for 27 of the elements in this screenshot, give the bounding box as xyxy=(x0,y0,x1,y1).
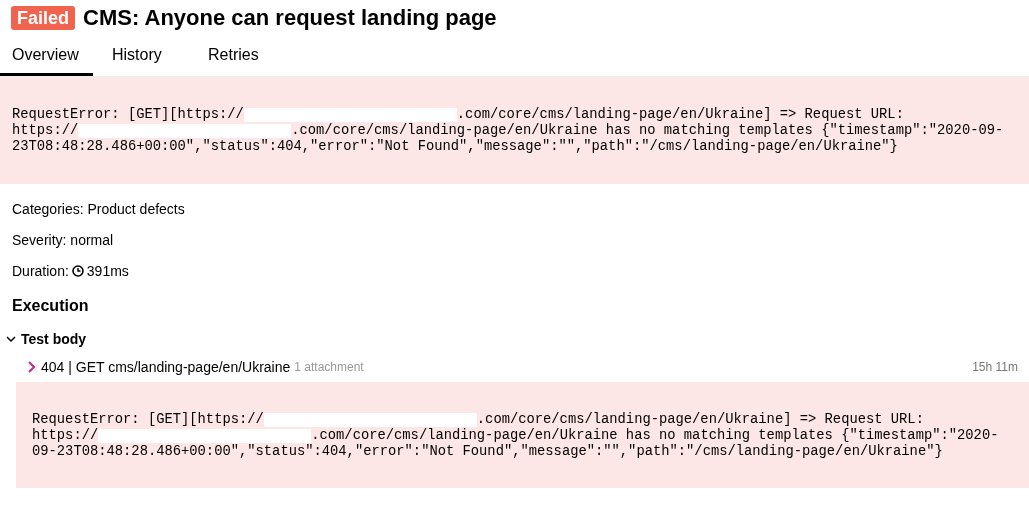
attachment-count: 1 attachment xyxy=(294,359,364,376)
error-text: .com/core/cms/landing-page/en/Ukraine] => Request URL: xyxy=(456,107,904,123)
error-text: RequestError: [GET][https:// xyxy=(12,107,244,123)
step-row[interactable]: 404 | GET cms/landing-page/en/Ukraine 1 attachment 15h 11m xyxy=(0,358,1029,376)
error-text: 09-23T08:48:28.486+00:00","status":404,"error":"Not Found","message":"","path":"/cms/landing-page/en/Ukraine"} xyxy=(32,444,943,460)
error-text: https:// xyxy=(32,428,99,444)
detail-text: Categories: Product defects xyxy=(12,200,186,218)
chevron-icon xyxy=(6,334,16,344)
error-text: .com/core/cms/landing-page/en/Ukraine] => Request URL: xyxy=(476,412,924,428)
test-body-toggle[interactable]: Test body xyxy=(0,330,87,348)
duration-label: Duration: xyxy=(12,262,69,280)
error-text: RequestError: [GET][https:// xyxy=(32,412,264,428)
section-heading: Execution xyxy=(11,296,90,316)
detail-text: Severity: normal xyxy=(12,231,115,249)
error-text: 23T08:48:28.486+00:00","status":404,"error":"Not Found","message":"","path":"/cms/landing-page/en/Ukraine"} xyxy=(12,139,898,155)
chevron-icon xyxy=(27,361,36,373)
error-text: https:// xyxy=(12,123,79,139)
step-label: 404 | GET cms/landing-page/en/Ukraine xyxy=(41,357,291,377)
tab[interactable]: History xyxy=(93,37,189,76)
step-duration: 15h 11m xyxy=(972,359,1018,376)
tab[interactable]: Retries xyxy=(189,37,285,76)
duration-value: 391ms xyxy=(86,262,129,280)
clock-icon xyxy=(71,265,84,277)
status-badge: Failed xyxy=(11,5,75,30)
error-text: .com/core/cms/landing-page/en/Ukraine has no matching templates {"timestamp":"2020-09- xyxy=(291,123,1004,139)
page-title: CMS: Anyone can request landing page xyxy=(83,3,497,32)
error-text: .com/core/cms/landing-page/en/Ukraine has no matching templates {"timestamp":"2020- xyxy=(311,428,999,444)
